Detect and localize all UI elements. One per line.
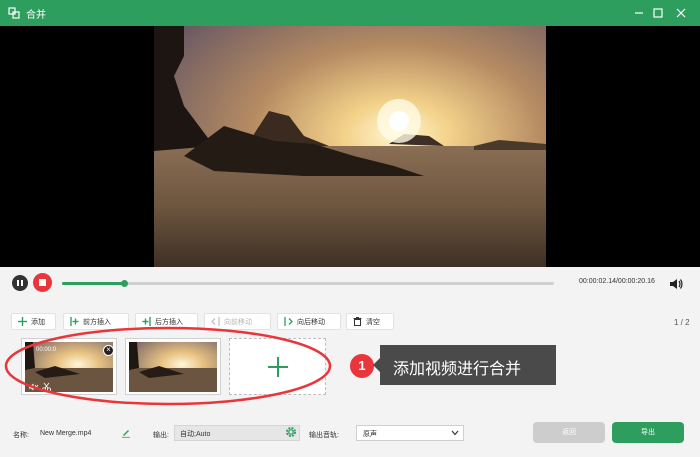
audio-track-label: 输出音轨: xyxy=(309,432,339,439)
minimize-icon xyxy=(635,12,643,14)
playback-bar: 00:00:02.14/00:00:20.16 xyxy=(0,267,700,300)
merge-window: 合并 00:00:02.14/00:00:20.16 添加 前方插入 后方插入 … xyxy=(0,0,700,457)
maximize-icon xyxy=(653,8,663,18)
back-button[interactable]: 返回 xyxy=(533,422,605,443)
output-format-field[interactable]: 自动;Auto xyxy=(174,425,300,441)
page-indicator: 1 / 2 xyxy=(674,318,690,327)
video-preview xyxy=(0,26,700,267)
move-forward-icon xyxy=(211,317,220,326)
window-title: 合并 xyxy=(26,10,46,21)
progress-slider[interactable] xyxy=(62,280,554,287)
chevron-down-icon xyxy=(451,430,459,436)
volume-icon[interactable] xyxy=(668,276,684,292)
clear-button[interactable]: 清空 xyxy=(346,313,394,330)
merge-icon xyxy=(8,7,20,19)
video-frame xyxy=(154,26,546,267)
add-button[interactable]: 添加 xyxy=(11,313,56,330)
insert-before-label: 前方插入 xyxy=(83,318,111,326)
audio-track-value: 原声 xyxy=(363,431,377,438)
clip-thumbnail[interactable] xyxy=(125,338,221,395)
audio-track-select[interactable]: 原声 xyxy=(356,425,464,441)
maximize-button[interactable] xyxy=(649,4,667,22)
edit-icon[interactable] xyxy=(121,428,131,438)
export-button[interactable]: 导出 xyxy=(612,422,684,443)
clip-thumbnail[interactable]: 00:00:0 × xyxy=(21,338,117,395)
progress-fill xyxy=(62,282,124,285)
clip-tools xyxy=(29,382,51,392)
insert-before-icon xyxy=(70,317,79,326)
time-readout: 00:00:02.14/00:00:20.16 xyxy=(579,278,655,285)
footer-bar: 名称: New Merge.mp4 输出: 自动;Auto 输出音轨: 原声 返… xyxy=(0,418,700,457)
remove-clip-button[interactable]: × xyxy=(103,345,114,356)
progress-handle[interactable] xyxy=(120,280,128,287)
clip-image xyxy=(129,342,217,392)
add-button-label: 添加 xyxy=(31,318,45,326)
clear-button-label: 清空 xyxy=(366,318,380,326)
insert-after-label: 后方插入 xyxy=(155,318,183,326)
move-backward-label: 向后移动 xyxy=(297,318,325,326)
clip-toolbar: 添加 前方插入 后方插入 向前移动 向后移动 清空 1 / 2 xyxy=(0,310,700,332)
mute-icon[interactable] xyxy=(29,383,39,391)
trash-icon xyxy=(353,317,362,326)
annotation-callout: 添加视频进行合并 xyxy=(373,345,556,385)
scissors-icon[interactable] xyxy=(41,382,51,392)
step-badge: 1 xyxy=(350,354,374,378)
pause-button[interactable] xyxy=(12,275,28,291)
insert-before-button[interactable]: 前方插入 xyxy=(63,313,129,330)
close-icon xyxy=(676,8,686,18)
output-format-value: 自动;Auto xyxy=(180,431,211,438)
output-filename: New Merge.mp4 xyxy=(40,430,92,437)
minimize-button[interactable] xyxy=(630,4,648,22)
insert-after-button[interactable]: 后方插入 xyxy=(135,313,198,330)
insert-after-icon xyxy=(142,317,151,326)
gear-icon[interactable] xyxy=(285,426,297,438)
add-clip-slot[interactable] xyxy=(229,338,326,395)
move-forward-label: 向前移动 xyxy=(224,318,252,326)
move-backward-icon xyxy=(284,317,293,326)
output-label: 输出: xyxy=(153,432,169,439)
annotation-text: 添加视频进行合并 xyxy=(393,361,522,378)
plus-icon xyxy=(18,317,27,326)
title-bar: 合并 xyxy=(0,0,700,26)
close-button[interactable] xyxy=(672,4,690,22)
move-backward-button[interactable]: 向后移动 xyxy=(277,313,341,330)
clip-duration: 00:00:0 xyxy=(36,347,57,353)
name-label: 名称: xyxy=(13,432,29,439)
stop-button[interactable] xyxy=(33,273,52,292)
move-forward-button[interactable]: 向前移动 xyxy=(204,313,271,330)
